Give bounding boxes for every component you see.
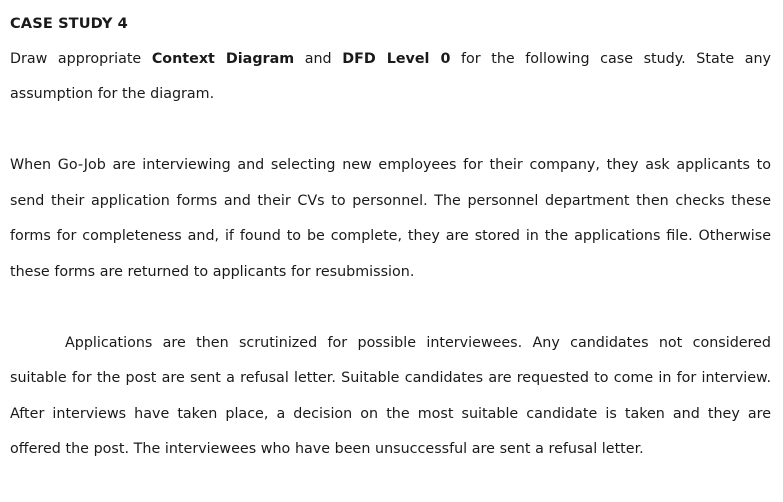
- instruction-bold-context-diagram: Context Diagram: [151, 50, 295, 67]
- document-page: CASE STUDY 4 Draw appropriate Context Di…: [0, 0, 783, 502]
- instruction-text-conjunction: and: [294, 50, 343, 67]
- instruction-text-lead: Draw appropriate: [10, 50, 152, 67]
- paragraph-spacer-2: [10, 290, 771, 326]
- instruction-paragraph: Draw appropriate Context Diagram and DFD…: [10, 42, 771, 113]
- page-title: CASE STUDY 4: [10, 15, 128, 32]
- instruction-bold-dfd-level-0: DFD Level 0: [342, 50, 451, 67]
- scenario-paragraph-1: When Go-Job are interviewing and selecti…: [10, 157, 771, 280]
- document-body: CASE STUDY 4 Draw appropriate Context Di…: [10, 0, 771, 468]
- scenario-paragraph-2: Applications are then scrutinized for po…: [10, 334, 771, 458]
